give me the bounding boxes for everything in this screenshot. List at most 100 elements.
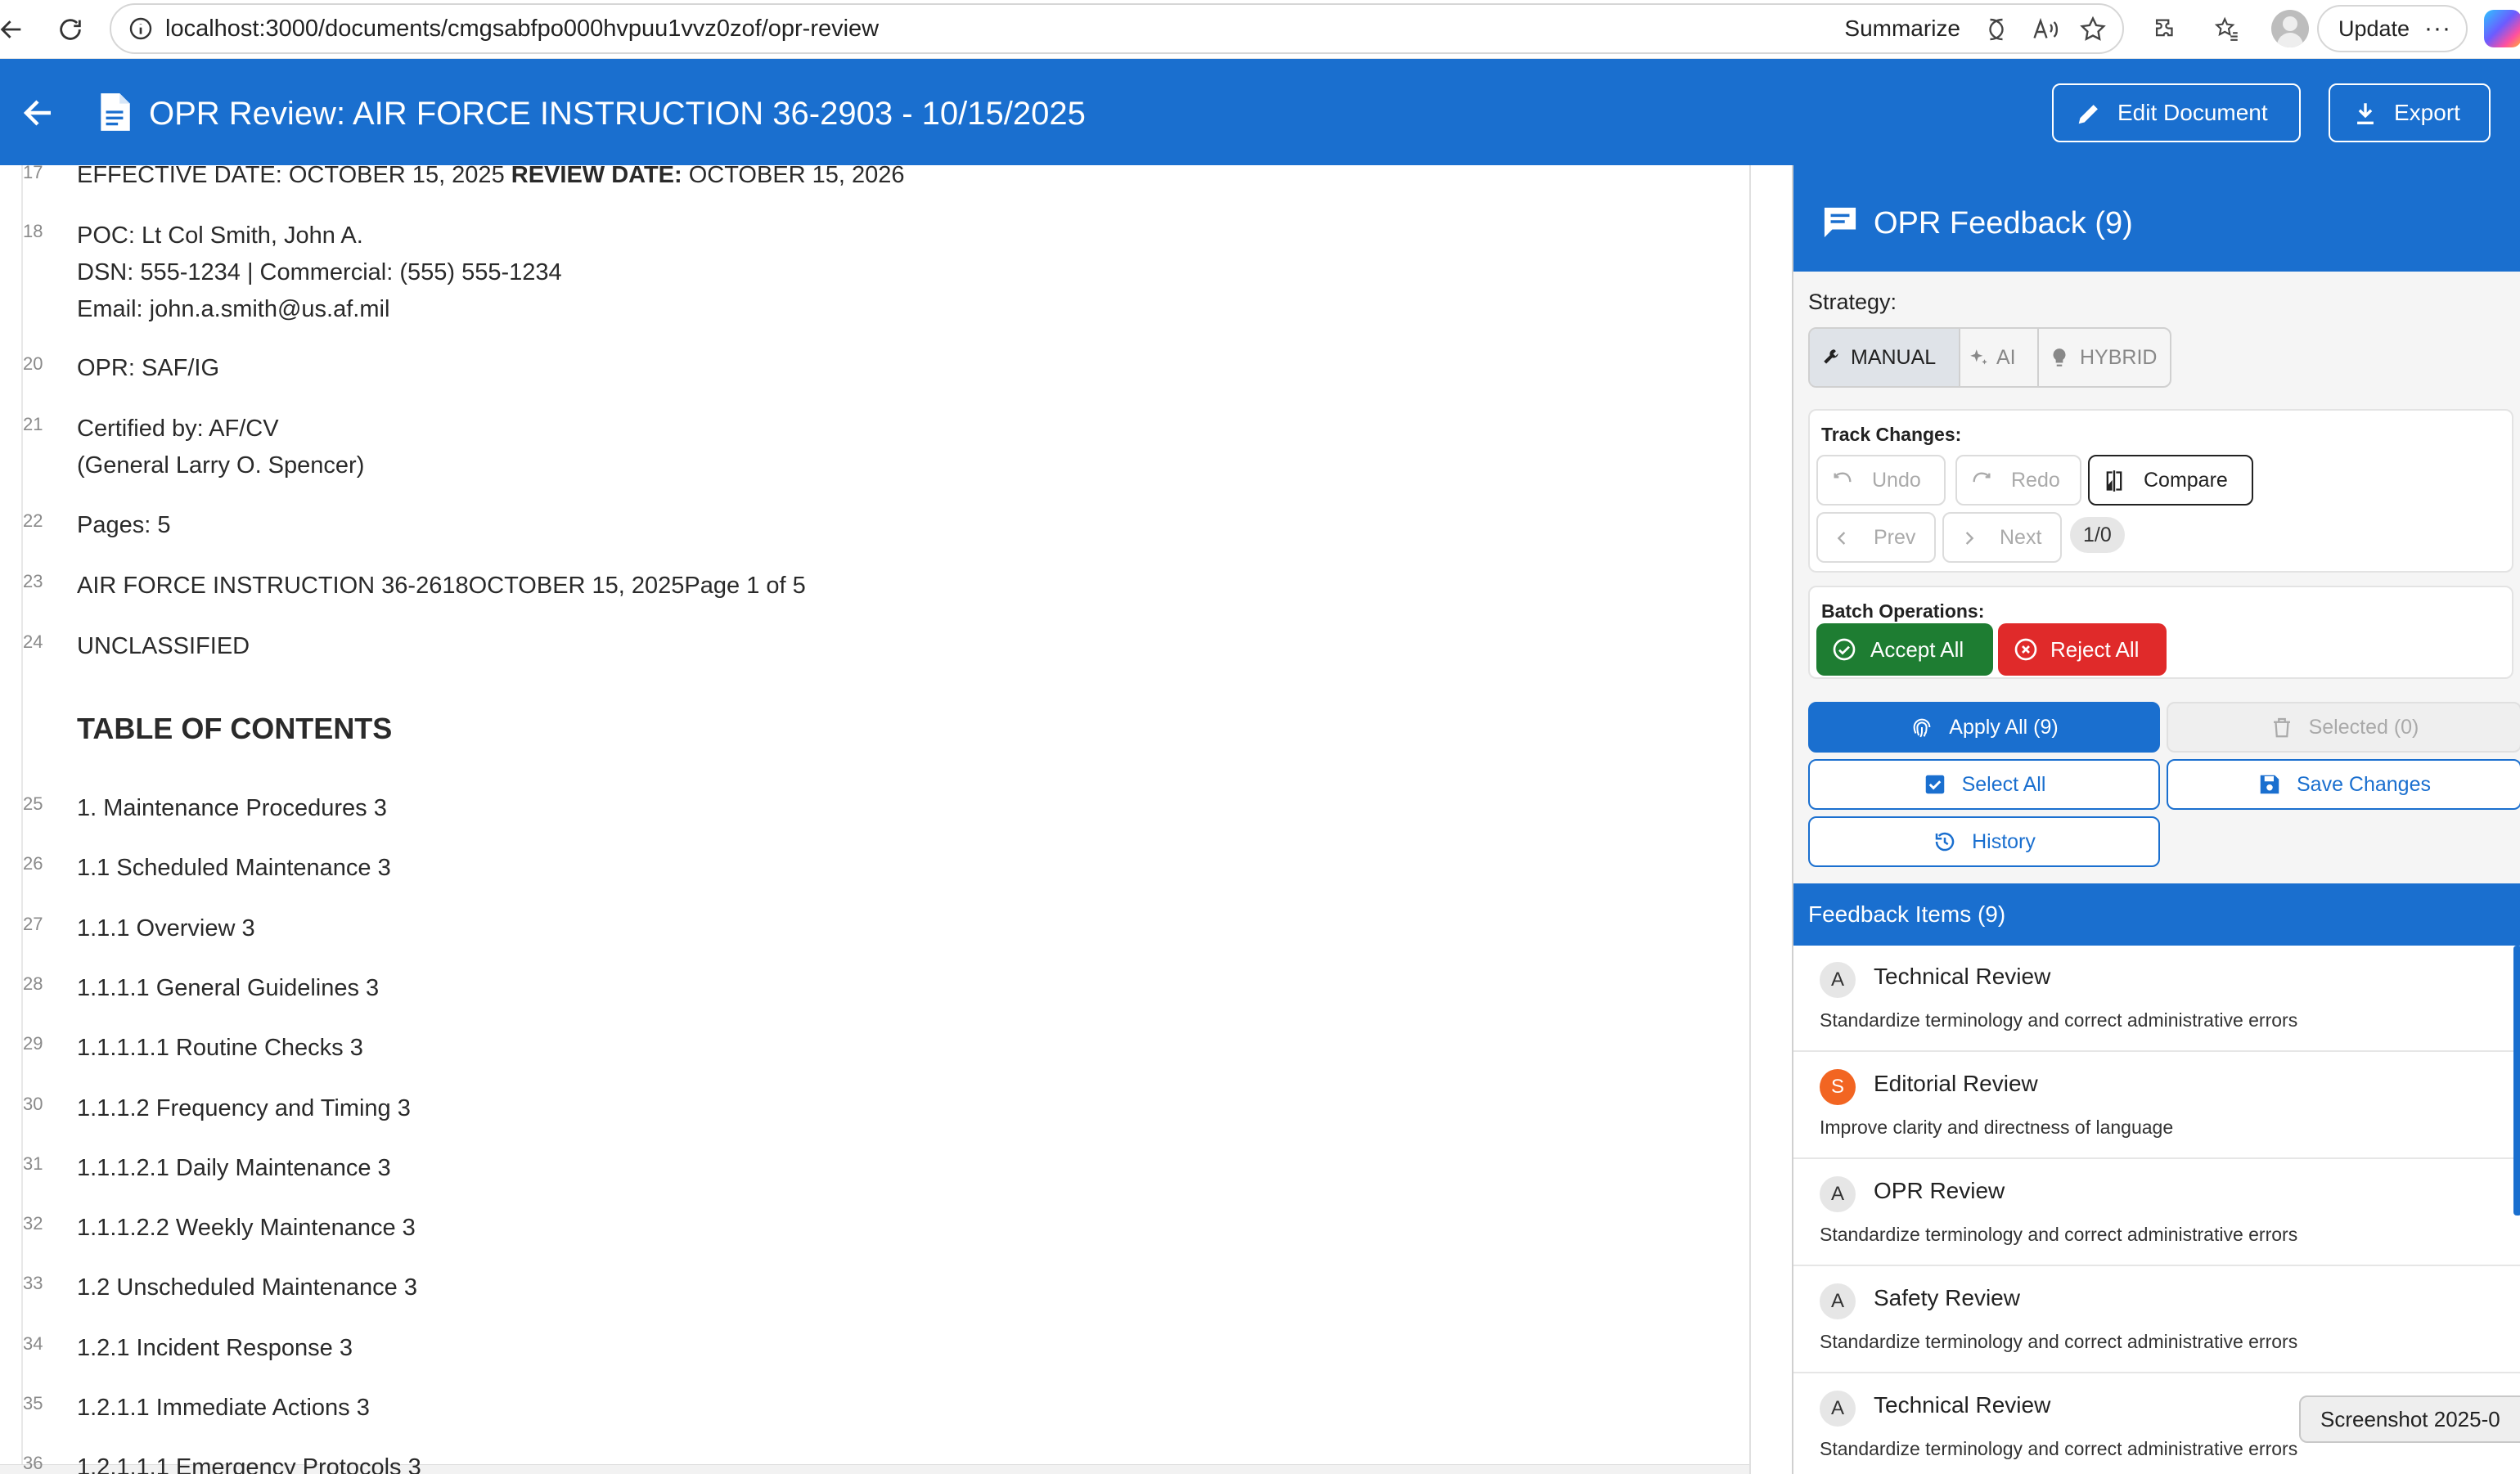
feedback-items-title: Feedback Items (9) [1808,901,2006,927]
back-arrow-icon[interactable] [18,93,57,133]
summarize-icon[interactable] [1982,15,2011,44]
compare-label: Compare [2144,469,2228,492]
line-number: 34 [23,1332,43,1354]
copilot-icon[interactable] [2484,10,2520,47]
select-all-button[interactable]: Select All [1808,759,2160,810]
line-number: 26 [23,853,43,874]
feedback-severity-badge: A [1820,1176,1856,1212]
browser-back-icon[interactable] [0,11,29,47]
download-icon [2357,103,2374,125]
edit-document-button[interactable]: Edit Document [2052,83,2301,142]
redo-icon [1973,472,1991,483]
feedback-list-scrollbar[interactable] [2513,946,2520,1216]
summarize-button[interactable]: Summarize [1844,5,1960,52]
toc-entry: 1.1.1 Overview 3 [77,915,255,941]
x-circle-icon [2014,638,2037,661]
toc-entry: 1.2.1.1.1 Emergency Protocols 3 [77,1454,421,1474]
select-all-label: Select All [1961,773,2046,796]
address-bar[interactable]: localhost:3000/documents/cmgsabfpo000hvp… [110,3,2124,54]
line-number: 17 [23,165,43,182]
feedback-item-title: Technical Review [1874,1392,2051,1418]
favorites-icon[interactable] [2209,11,2245,47]
accept-all-button[interactable]: Accept All [1816,623,1993,676]
reject-all-label: Reject All [2050,637,2140,662]
update-label: Update [2338,16,2410,41]
history-label: History [1972,830,2036,853]
feedback-item-description: Standardize terminology and correct admi… [1820,1224,2298,1245]
reject-all-button[interactable]: Reject All [1998,623,2167,676]
line-number: 18 [23,221,43,241]
profile-avatar[interactable] [2271,10,2309,47]
line-number: 27 [23,913,43,934]
effective-date-line: EFFECTIVE DATE: OCTOBER 15, 2025 REVIEW … [77,165,905,189]
classification-line: UNCLASSIFIED [77,633,250,659]
feedback-item[interactable]: A Technical Review Standardize terminology… [1793,946,2520,1052]
strategy-hybrid-button[interactable]: HYBRID [2039,329,2170,386]
site-info-icon[interactable] [128,16,154,42]
compare-icon [2106,470,2122,492]
certifier-name-line: (General Larry O. Spencer) [77,452,365,479]
redo-button[interactable]: Redo [1955,455,2081,506]
screenshot-thumbnail-tooltip[interactable]: Screenshot 2025-0 [2299,1395,2520,1443]
sparkle-icon [1970,349,1987,365]
strategy-label: Strategy: [1808,290,1897,314]
history-button[interactable]: History [1808,816,2160,867]
prev-change-button[interactable]: Prev [1816,512,1936,563]
comment-icon [1824,207,1856,238]
toc-entry: 1.1 Scheduled Maintenance 3 [77,855,391,882]
feedback-item-description: Standardize terminology and correct admi… [1820,1331,2298,1352]
save-changes-button[interactable]: Save Changes [2167,759,2520,810]
selected-button[interactable]: Selected (0) [2167,702,2520,753]
review-date-value: OCTOBER 15, 2026 [688,165,905,188]
apply-all-button[interactable]: Apply All (9) [1808,702,2160,753]
prev-label: Prev [1874,526,1916,549]
redo-label: Redo [2011,469,2060,492]
feedback-item-title: Technical Review [1874,964,2051,989]
email-line: Email: john.a.smith@us.af.mil [77,296,390,322]
page-title: OPR Review: AIR FORCE INSTRUCTION 36-290… [149,96,1086,132]
toc-entry: 1.1.1.2.1 Daily Maintenance 3 [77,1154,391,1181]
next-change-button[interactable]: Next [1942,512,2062,563]
track-changes-card: Track Changes: Undo Redo Compare Prev Ne… [1808,409,2513,573]
fingerprint-icon [1913,718,1931,738]
dsn-line: DSN: 555-1234 | Commercial: (555) 555-12… [77,259,562,285]
more-menu-icon[interactable]: ··· [2424,7,2451,51]
toc-entry: 1.1.1.1 General Guidelines 3 [77,974,380,1001]
feedback-item[interactable]: A Safety Review Standardize terminology an… [1793,1267,2520,1373]
strategy-manual-button[interactable]: MANUAL [1810,329,1959,386]
checkbox-icon [1925,775,1944,794]
url-text[interactable]: localhost:3000/documents/cmgsabfpo000hvp… [165,5,879,52]
trash-icon [2273,717,2290,738]
browser-toolbar: localhost:3000/documents/cmgsabfpo000hvp… [0,0,2520,59]
poc-line: POC: Lt Col Smith, John A. [77,222,363,249]
opr-feedback-panel: OPR Feedback (9) Strategy: MANUAL AI HYB… [1792,165,2520,1474]
toc-entry: 1.2.1.1 Immediate Actions 3 [77,1395,370,1421]
lightbulb-icon [2053,348,2066,366]
strategy-ai-button[interactable]: AI [1960,329,2037,386]
export-button[interactable]: Export [2329,83,2491,142]
feedback-item-title: Safety Review [1874,1285,2020,1310]
undo-button[interactable]: Undo [1816,455,1946,506]
compare-button[interactable]: Compare [2088,455,2253,506]
feedback-item[interactable]: S Editorial Review Improve clarity and dir… [1793,1053,2520,1159]
line-number: 30 [23,1093,43,1114]
line-number: 35 [23,1393,43,1413]
review-date-label: REVIEW DATE: [511,165,682,188]
strategy-toggle[interactable]: MANUAL AI HYBRID [1808,327,2171,388]
app-header: OPR Review: AIR FORCE INSTRUCTION 36-290… [0,59,2520,165]
favorite-star-icon[interactable] [2078,15,2108,44]
panel-header: OPR Feedback (9) [1793,165,2520,272]
toc-entry: 1.2.1 Incident Response 3 [77,1334,353,1361]
feedback-item[interactable]: A OPR Review Standardize terminology and c… [1793,1160,2520,1266]
feedback-item-title: Editorial Review [1874,1071,2038,1096]
panel-title: OPR Feedback (9) [1874,206,2133,240]
feedback-severity-badge: A [1820,962,1856,998]
read-aloud-icon[interactable] [2031,15,2060,44]
extensions-icon[interactable] [2147,11,2183,47]
toc-entry: 1.1.1.2.2 Weekly Maintenance 3 [77,1215,416,1242]
feedback-item-description: Improve clarity and directness of langua… [1820,1117,2174,1138]
next-label: Next [2000,526,2042,549]
refresh-icon[interactable] [52,11,88,47]
line-number: 25 [23,793,43,814]
update-button[interactable]: Update ··· [2317,5,2468,52]
